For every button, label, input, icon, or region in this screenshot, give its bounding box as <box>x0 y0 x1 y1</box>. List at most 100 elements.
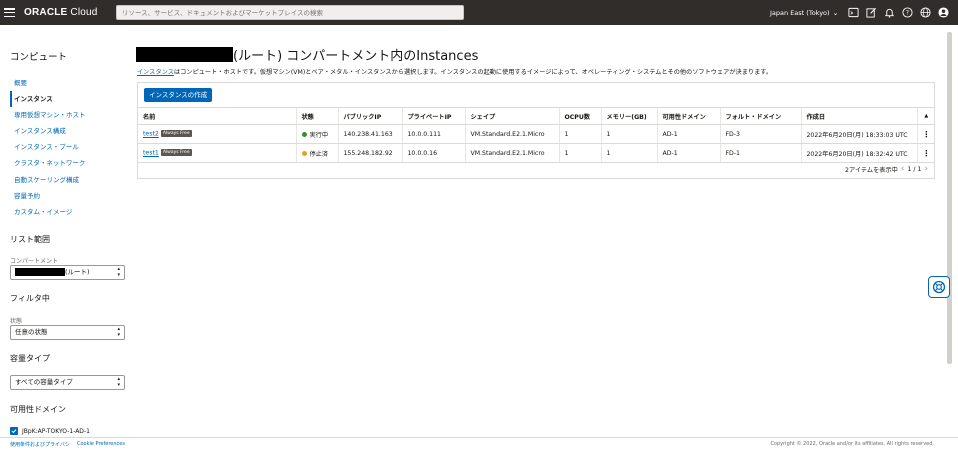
page-title: (ルート) コンパートメント内のInstances <box>136 45 478 64</box>
cell-shape: VM.Standard.E2.1.Micro <box>464 124 559 144</box>
redacted-block <box>15 268 65 276</box>
cell-memory: 1 <box>600 143 657 163</box>
pagination: 2アイテムを表示中 ‹ 1 / 1 › <box>845 164 931 174</box>
cell-memory: 1 <box>600 124 657 144</box>
state-text: 停止済 <box>309 150 329 158</box>
copyright-text: Copyright © 2022, Oracle and/or its affi… <box>770 441 934 447</box>
globe-icon[interactable] <box>916 0 934 25</box>
pager-page: 1 / 1 <box>907 165 922 173</box>
sidebar-item-instances[interactable]: インスタンス <box>10 91 134 108</box>
state-text: 実行中 <box>309 131 329 139</box>
compartment-label: コンパートメント <box>10 258 59 265</box>
cell-private-ip: 10.0.0.16 <box>401 143 465 163</box>
sidebar-item-dedicated-hosts[interactable]: 専用仮想マシン・ホスト <box>10 107 134 123</box>
page-description: インスタンスはコンピュート・ホストです。仮想マシン(VM)とベア・メタル・インス… <box>137 67 772 76</box>
page-scrollbar[interactable] <box>947 32 952 364</box>
cell-name: test2 Always Free <box>138 124 296 144</box>
compartment-value: (ルート) <box>65 268 90 276</box>
status-dot-icon <box>301 151 307 156</box>
sidebar-item-cluster-networks[interactable]: クラスタ・ネットワーク <box>10 155 134 171</box>
region-selector[interactable]: Japan East (Tokyo) ⌄ <box>770 0 838 25</box>
select-arrows-icon: ▴ ▾ <box>117 376 120 388</box>
column-header-ocpu[interactable]: OCPU数 <box>558 107 601 125</box>
cell-created: 2022年6月20日(月) 18:32:42 UTC <box>800 143 917 163</box>
sidebar-item-instance-configurations[interactable]: インスタンス構成 <box>10 123 134 139</box>
instances-doc-link[interactable]: インスタンス <box>137 69 174 76</box>
cell-private-ip: 10.0.0.111 <box>401 124 465 144</box>
instance-name-link[interactable]: test1 <box>143 150 159 157</box>
row-actions-kebab-icon[interactable]: ⋮ <box>916 124 935 144</box>
create-instance-button[interactable]: インスタンスの作成 <box>144 88 213 102</box>
sidebar-nav: 概要 インスタンス 専用仮想マシン・ホスト インスタンス構成 インスタンス・プー… <box>10 75 134 220</box>
table-row: test1 Always Free 停止済 155.248.182.92 10.0… <box>138 143 935 163</box>
chevron-down-icon: ⌄ <box>832 8 839 17</box>
instance-name-link[interactable]: test2 <box>143 131 159 138</box>
cell-public-ip: 155.248.182.92 <box>337 143 402 163</box>
column-header-fault-domain[interactable]: フォルト・ドメイン <box>719 107 801 125</box>
sort-ascending-icon[interactable]: ▲ <box>916 107 935 125</box>
search-input[interactable] <box>116 5 464 20</box>
brand-sub: Cloud <box>70 7 98 18</box>
cell-ocpu: 1 <box>558 124 601 144</box>
select-arrows-icon: ▴ ▾ <box>117 266 120 278</box>
column-header-memory[interactable]: メモリー(GB) <box>600 107 657 125</box>
capacity-value: すべての容量タイプ <box>15 378 73 386</box>
cell-shape: VM.Standard.E2.1.Micro <box>464 143 559 163</box>
always-free-badge: Always Free <box>160 130 192 138</box>
checkbox-checked-icon[interactable] <box>10 427 18 435</box>
help-icon[interactable]: ? <box>898 0 916 25</box>
chevron-right-icon[interactable]: › <box>924 164 928 174</box>
terms-privacy-link[interactable]: 使用条件およびプライバシ <box>10 441 70 448</box>
svg-text:?: ? <box>905 10 908 17</box>
redacted-block <box>136 47 233 62</box>
edit-icon[interactable] <box>862 0 880 25</box>
oracle-cloud-logo[interactable]: ORACLE Cloud <box>24 7 98 18</box>
sidebar-item-overview[interactable]: 概要 <box>10 75 134 91</box>
column-header-availability-domain[interactable]: 可用性ドメイン <box>656 107 720 125</box>
cell-fault-domain: FD-3 <box>719 124 801 144</box>
user-icon[interactable] <box>934 0 952 25</box>
cookie-preferences-link[interactable]: Cookie Preferences <box>77 441 125 447</box>
table-header-row: 名前 状態 パブリックIP プライベートIP シェイプ OCPU数 メモリー(G… <box>138 107 935 125</box>
sidebar-item-instance-pools[interactable]: インスタンス・プール <box>10 139 134 155</box>
brand-main: ORACLE <box>24 7 68 18</box>
column-header-state[interactable]: 状態 <box>295 107 338 125</box>
instances-panel: インスタンスの作成 名前 状態 パブリックIP プライベートIP シェイプ OC… <box>137 82 935 179</box>
top-bar: ORACLE Cloud Japan East (Tokyo) ⌄ ? <box>0 0 958 25</box>
column-header-shape[interactable]: シェイプ <box>464 107 559 125</box>
region-label: Japan East (Tokyo) <box>770 8 830 17</box>
state-label: 状態 <box>10 318 23 325</box>
column-header-public-ip[interactable]: パブリックIP <box>337 107 402 125</box>
select-arrows-icon: ▴ ▾ <box>117 326 120 338</box>
row-actions-kebab-icon[interactable]: ⋮ <box>916 143 935 163</box>
footer: 使用条件およびプライバシ Cookie Preferences Copyrigh… <box>0 437 958 450</box>
cell-state: 実行中 <box>295 124 338 144</box>
column-header-name[interactable]: 名前 <box>138 107 296 125</box>
description-text: はコンピュート・ホストです。仮想マシン(VM)とベア・メタル・インスタンスから選… <box>173 69 773 76</box>
cell-name: test1 Always Free <box>138 143 296 163</box>
state-select[interactable]: 任意の状態 ▴ ▾ <box>10 325 125 340</box>
sidebar-section-title: コンピュート <box>10 52 68 63</box>
sidebar-item-autoscaling[interactable]: 自動スケーリング構成 <box>10 172 134 188</box>
lifebuoy-icon[interactable] <box>928 276 950 298</box>
column-header-private-ip[interactable]: プライベートIP <box>401 107 465 125</box>
availability-domain-title: 可用性ドメイン <box>10 405 66 414</box>
compartment-select[interactable]: (ルート) ▴ ▾ <box>10 265 125 280</box>
cloud-shell-icon[interactable] <box>844 0 862 25</box>
cell-ocpu: 1 <box>558 143 601 163</box>
table-row: test2 Always Free 実行中 140.238.41.163 10.0… <box>138 124 935 144</box>
always-free-badge: Always Free <box>160 149 192 157</box>
instances-table: 名前 状態 パブリックIP プライベートIP シェイプ OCPU数 メモリー(G… <box>138 107 935 163</box>
sidebar-item-capacity-reservations[interactable]: 容量予約 <box>10 188 134 204</box>
page-title-text: (ルート) コンパートメント内のInstances <box>233 49 479 64</box>
cell-fault-domain: FD-1 <box>719 143 801 163</box>
bell-icon[interactable] <box>880 0 898 25</box>
sidebar: コンピュート 概要 インスタンス 専用仮想マシン・ホスト インスタンス構成 イン… <box>0 25 136 437</box>
capacity-select[interactable]: すべての容量タイプ ▴ ▾ <box>10 375 125 390</box>
sidebar-item-custom-images[interactable]: カスタム・イメージ <box>10 204 134 220</box>
column-header-created[interactable]: 作成日 <box>800 107 917 125</box>
chevron-left-icon[interactable]: ‹ <box>901 164 905 174</box>
ad-checkbox-row[interactable]: JBpK:AP-TOKYO-1-AD-1 <box>10 427 90 435</box>
hamburger-icon[interactable] <box>4 8 15 17</box>
filter-title: フィルタ中 <box>10 294 50 303</box>
